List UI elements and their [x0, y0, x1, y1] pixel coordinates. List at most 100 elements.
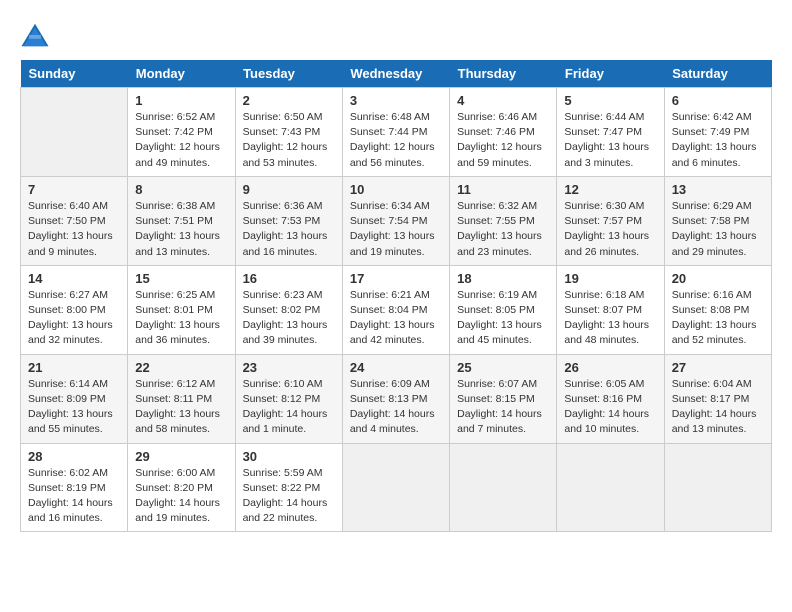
- week-row-2: 7 Sunrise: 6:40 AMSunset: 7:50 PMDaylight…: [21, 176, 772, 265]
- calendar-cell: 19 Sunrise: 6:18 AMSunset: 8:07 PMDayligh…: [557, 265, 664, 354]
- calendar-cell: 5 Sunrise: 6:44 AMSunset: 7:47 PMDaylight…: [557, 88, 664, 177]
- day-detail: Sunrise: 6:32 AMSunset: 7:55 PMDaylight:…: [457, 199, 549, 260]
- calendar-cell: 6 Sunrise: 6:42 AMSunset: 7:49 PMDaylight…: [664, 88, 771, 177]
- day-number: 17: [350, 271, 442, 286]
- day-number: 2: [243, 93, 335, 108]
- calendar-cell: 25 Sunrise: 6:07 AMSunset: 8:15 PMDayligh…: [450, 354, 557, 443]
- calendar-cell: [342, 443, 449, 532]
- day-detail: Sunrise: 6:19 AMSunset: 8:05 PMDaylight:…: [457, 288, 549, 349]
- week-row-4: 21 Sunrise: 6:14 AMSunset: 8:09 PMDayligh…: [21, 354, 772, 443]
- col-header-friday: Friday: [557, 60, 664, 88]
- calendar-cell: 23 Sunrise: 6:10 AMSunset: 8:12 PMDayligh…: [235, 354, 342, 443]
- day-number: 23: [243, 360, 335, 375]
- calendar-cell: 18 Sunrise: 6:19 AMSunset: 8:05 PMDayligh…: [450, 265, 557, 354]
- day-number: 6: [672, 93, 764, 108]
- day-detail: Sunrise: 6:44 AMSunset: 7:47 PMDaylight:…: [564, 110, 656, 171]
- col-header-monday: Monday: [128, 60, 235, 88]
- calendar-cell: 15 Sunrise: 6:25 AMSunset: 8:01 PMDayligh…: [128, 265, 235, 354]
- day-number: 14: [28, 271, 120, 286]
- calendar-cell: [557, 443, 664, 532]
- day-detail: Sunrise: 6:09 AMSunset: 8:13 PMDaylight:…: [350, 377, 442, 438]
- day-detail: Sunrise: 6:38 AMSunset: 7:51 PMDaylight:…: [135, 199, 227, 260]
- col-header-saturday: Saturday: [664, 60, 771, 88]
- day-number: 3: [350, 93, 442, 108]
- day-number: 22: [135, 360, 227, 375]
- calendar-cell: 20Sunrise: 6:16 AMSunset: 8:08 PMDayligh…: [664, 265, 771, 354]
- day-number: 29: [135, 449, 227, 464]
- calendar-cell: 8 Sunrise: 6:38 AMSunset: 7:51 PMDaylight…: [128, 176, 235, 265]
- calendar-cell: 4Sunrise: 6:46 AMSunset: 7:46 PMDaylight…: [450, 88, 557, 177]
- calendar-cell: [21, 88, 128, 177]
- day-detail: Sunrise: 6:18 AMSunset: 8:07 PMDaylight:…: [564, 288, 656, 349]
- day-number: 5: [564, 93, 656, 108]
- day-number: 7: [28, 182, 120, 197]
- calendar-cell: 24 Sunrise: 6:09 AMSunset: 8:13 PMDayligh…: [342, 354, 449, 443]
- day-detail: Sunrise: 6:04 AMSunset: 8:17 PMDaylight:…: [672, 377, 764, 438]
- calendar-cell: [450, 443, 557, 532]
- calendar-table: SundayMondayTuesdayWednesdayThursdayFrid…: [20, 60, 772, 532]
- day-detail: Sunrise: 6:30 AMSunset: 7:57 PMDaylight:…: [564, 199, 656, 260]
- calendar-cell: 30Sunrise: 5:59 AMSunset: 8:22 PMDayligh…: [235, 443, 342, 532]
- day-detail: Sunrise: 6:25 AMSunset: 8:01 PMDaylight:…: [135, 288, 227, 349]
- day-number: 12: [564, 182, 656, 197]
- day-number: 13: [672, 182, 764, 197]
- week-row-3: 14Sunrise: 6:27 AMSunset: 8:00 PMDayligh…: [21, 265, 772, 354]
- day-number: 27: [672, 360, 764, 375]
- day-number: 1: [135, 93, 227, 108]
- day-detail: Sunrise: 6:40 AMSunset: 7:50 PMDaylight:…: [28, 199, 120, 260]
- day-number: 9: [243, 182, 335, 197]
- day-detail: Sunrise: 6:07 AMSunset: 8:15 PMDaylight:…: [457, 377, 549, 438]
- calendar-cell: 28 Sunrise: 6:02 AMSunset: 8:19 PMDayligh…: [21, 443, 128, 532]
- calendar-cell: 17Sunrise: 6:21 AMSunset: 8:04 PMDayligh…: [342, 265, 449, 354]
- calendar-cell: 2 Sunrise: 6:50 AMSunset: 7:43 PMDaylight…: [235, 88, 342, 177]
- calendar-cell: [664, 443, 771, 532]
- day-detail: Sunrise: 6:34 AMSunset: 7:54 PMDaylight:…: [350, 199, 442, 260]
- calendar-cell: 27 Sunrise: 6:04 AMSunset: 8:17 PMDayligh…: [664, 354, 771, 443]
- day-detail: Sunrise: 5:59 AMSunset: 8:22 PMDaylight:…: [243, 466, 335, 527]
- day-detail: Sunrise: 6:02 AMSunset: 8:19 PMDaylight:…: [28, 466, 120, 527]
- day-number: 18: [457, 271, 549, 286]
- day-number: 10: [350, 182, 442, 197]
- calendar-cell: 26Sunrise: 6:05 AMSunset: 8:16 PMDayligh…: [557, 354, 664, 443]
- day-detail: Sunrise: 6:29 AMSunset: 7:58 PMDaylight:…: [672, 199, 764, 260]
- col-header-thursday: Thursday: [450, 60, 557, 88]
- col-header-tuesday: Tuesday: [235, 60, 342, 88]
- logo: [20, 20, 54, 50]
- calendar-cell: 9 Sunrise: 6:36 AMSunset: 7:53 PMDaylight…: [235, 176, 342, 265]
- calendar-cell: 1 Sunrise: 6:52 AMSunset: 7:42 PMDaylight…: [128, 88, 235, 177]
- day-detail: Sunrise: 6:14 AMSunset: 8:09 PMDaylight:…: [28, 377, 120, 438]
- day-number: 4: [457, 93, 549, 108]
- day-number: 19: [564, 271, 656, 286]
- day-detail: Sunrise: 6:10 AMSunset: 8:12 PMDaylight:…: [243, 377, 335, 438]
- day-detail: Sunrise: 6:42 AMSunset: 7:49 PMDaylight:…: [672, 110, 764, 171]
- day-number: 24: [350, 360, 442, 375]
- day-number: 28: [28, 449, 120, 464]
- calendar-cell: 12 Sunrise: 6:30 AMSunset: 7:57 PMDayligh…: [557, 176, 664, 265]
- day-number: 26: [564, 360, 656, 375]
- day-number: 16: [243, 271, 335, 286]
- day-detail: Sunrise: 6:48 AMSunset: 7:44 PMDaylight:…: [350, 110, 442, 171]
- calendar-cell: 29 Sunrise: 6:00 AMSunset: 8:20 PMDayligh…: [128, 443, 235, 532]
- calendar-cell: 11Sunrise: 6:32 AMSunset: 7:55 PMDayligh…: [450, 176, 557, 265]
- day-number: 21: [28, 360, 120, 375]
- day-number: 15: [135, 271, 227, 286]
- day-detail: Sunrise: 6:52 AMSunset: 7:42 PMDaylight:…: [135, 110, 227, 171]
- day-detail: Sunrise: 6:00 AMSunset: 8:20 PMDaylight:…: [135, 466, 227, 527]
- week-row-5: 28 Sunrise: 6:02 AMSunset: 8:19 PMDayligh…: [21, 443, 772, 532]
- calendar-cell: 13 Sunrise: 6:29 AMSunset: 7:58 PMDayligh…: [664, 176, 771, 265]
- day-detail: Sunrise: 6:36 AMSunset: 7:53 PMDaylight:…: [243, 199, 335, 260]
- day-number: 8: [135, 182, 227, 197]
- day-detail: Sunrise: 6:50 AMSunset: 7:43 PMDaylight:…: [243, 110, 335, 171]
- calendar-cell: 3 Sunrise: 6:48 AMSunset: 7:44 PMDaylight…: [342, 88, 449, 177]
- calendar-cell: 7 Sunrise: 6:40 AMSunset: 7:50 PMDaylight…: [21, 176, 128, 265]
- logo-icon: [20, 20, 50, 50]
- day-number: 20: [672, 271, 764, 286]
- calendar-cell: 16 Sunrise: 6:23 AMSunset: 8:02 PMDayligh…: [235, 265, 342, 354]
- calendar-cell: 14Sunrise: 6:27 AMSunset: 8:00 PMDayligh…: [21, 265, 128, 354]
- col-header-sunday: Sunday: [21, 60, 128, 88]
- week-row-1: 1 Sunrise: 6:52 AMSunset: 7:42 PMDaylight…: [21, 88, 772, 177]
- day-number: 25: [457, 360, 549, 375]
- day-detail: Sunrise: 6:23 AMSunset: 8:02 PMDaylight:…: [243, 288, 335, 349]
- calendar-cell: 10 Sunrise: 6:34 AMSunset: 7:54 PMDayligh…: [342, 176, 449, 265]
- calendar-cell: 22Sunrise: 6:12 AMSunset: 8:11 PMDayligh…: [128, 354, 235, 443]
